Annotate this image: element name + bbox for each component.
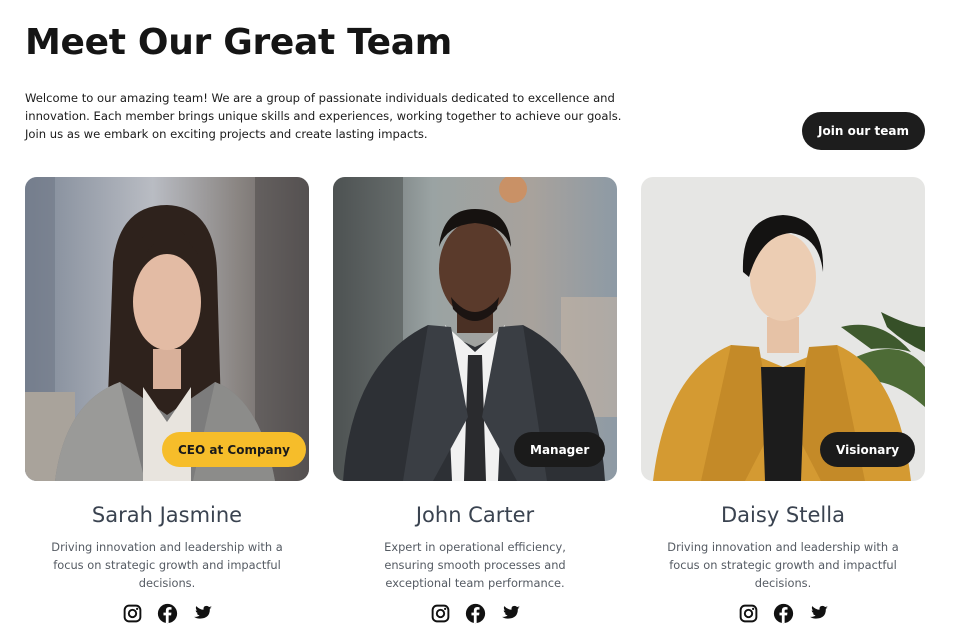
social-links (641, 602, 925, 624)
member-name: Sarah Jasmine (91, 503, 243, 527)
member-name: John Carter (415, 503, 535, 527)
page-title: Meet Our Great Team (25, 22, 452, 63)
team-member-photo: CEO at Company (25, 177, 309, 481)
role-badge: Visionary (820, 432, 916, 467)
facebook-icon[interactable] (156, 602, 178, 624)
role-badge: CEO at Company (162, 432, 307, 467)
team-card-john: Manager John Carter Expert in operationa… (333, 177, 617, 624)
member-description: Driving innovation and leadership with a… (667, 540, 899, 590)
member-description: Expert in operational efficiency, ensuri… (384, 540, 566, 590)
facebook-icon[interactable] (772, 602, 794, 624)
instagram-icon[interactable] (121, 602, 143, 624)
member-name: Daisy Stella (721, 503, 845, 527)
social-links (333, 602, 617, 624)
team-card-daisy: Visionary Daisy Stella Driving innovatio… (641, 177, 925, 624)
instagram-icon[interactable] (429, 602, 451, 624)
role-badge: Manager (514, 432, 606, 467)
team-intro-text: Welcome to our amazing team! We are a gr… (25, 91, 622, 141)
twitter-icon[interactable] (191, 602, 213, 624)
member-description: Driving innovation and leadership with a… (51, 540, 283, 590)
social-links (25, 602, 309, 624)
facebook-icon[interactable] (464, 602, 486, 624)
join-team-button[interactable]: Join our team (802, 112, 925, 150)
instagram-icon[interactable] (737, 602, 759, 624)
team-member-photo: Visionary (641, 177, 925, 481)
team-member-photo: Manager (333, 177, 617, 481)
twitter-icon[interactable] (499, 602, 521, 624)
twitter-icon[interactable] (807, 602, 829, 624)
team-card-sarah: CEO at Company Sarah Jasmine Driving inn… (25, 177, 309, 624)
